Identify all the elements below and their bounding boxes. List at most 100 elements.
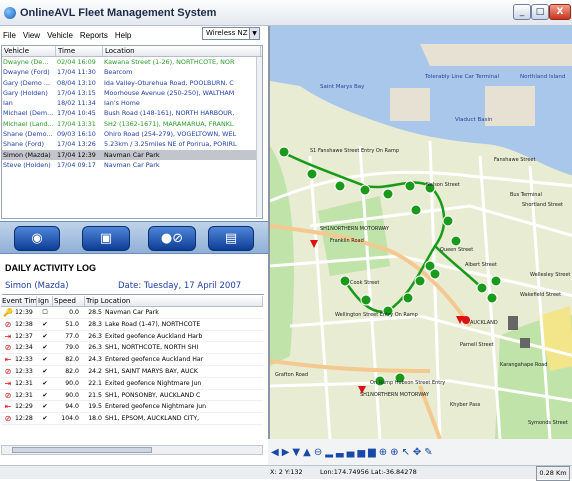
- vehicles-button[interactable]: ▣: [82, 226, 130, 251]
- close-button[interactable]: X: [549, 4, 571, 20]
- menu-help[interactable]: Help: [115, 31, 131, 40]
- activity-row[interactable]: ⇥ 12:31 ✔ 90.0 22.1 Exited geofence Nightmare…: [1, 378, 263, 390]
- col-speed[interactable]: Speed: [53, 296, 85, 306]
- col-time[interactable]: Time: [56, 46, 103, 56]
- route-marker[interactable]: [490, 275, 502, 287]
- activity-row[interactable]: ⇥ 12:37 ✔ 77.0 26.3 Exited geofence Auckland …: [1, 331, 263, 343]
- title-bar: OnlineAVL Fleet Management System _ □ X: [0, 0, 572, 26]
- activity-row[interactable]: ⇤ 12:29 ✔ 94.0 19.5 Entered geofence Nightmar…: [1, 401, 263, 414]
- route-marker[interactable]: [476, 282, 488, 294]
- pan-icon[interactable]: ✥: [413, 447, 421, 458]
- col-event-time[interactable]: Event Time: [1, 296, 37, 306]
- ignition-checkbox[interactable]: ✔: [37, 413, 53, 424]
- route-marker[interactable]: [404, 180, 416, 192]
- route-marker[interactable]: [360, 294, 372, 306]
- pan-up-icon[interactable]: ▲: [303, 447, 311, 458]
- col-location[interactable]: Location: [103, 46, 261, 56]
- ignition-checkbox[interactable]: ✔: [37, 366, 53, 377]
- scroll-thumb[interactable]: [12, 447, 152, 453]
- destination-marker[interactable]: [462, 316, 470, 324]
- exit-icon: ⇥: [4, 378, 12, 388]
- ignition-checkbox[interactable]: ✔: [37, 378, 53, 389]
- route-marker[interactable]: [359, 184, 371, 196]
- region-select[interactable]: Wireless NZ ▼: [202, 27, 260, 40]
- activity-row[interactable]: ⊘ 12:31 ✔ 90.0 21.5 SH1, PONSONBY, AUCKLAND C: [1, 390, 263, 402]
- pan-down-icon[interactable]: ▼: [292, 447, 300, 458]
- menu-view[interactable]: View: [23, 31, 40, 40]
- vehicle-time: 17/04 13:26: [57, 140, 96, 149]
- map-view[interactable]: Tolerably Line Car Terminal Northland Is…: [268, 26, 572, 439]
- vehicle-time: 17/04 12:39: [57, 150, 96, 159]
- building: [520, 338, 530, 348]
- menu-file[interactable]: File: [3, 31, 16, 40]
- vehicle-row[interactable]: Shane (Ford) 17/04 13:26 5.23km / 3.25mile…: [2, 139, 262, 149]
- vehicle-row[interactable]: Shane (Demo... 09/03 16:10 Ohiro Road (254…: [2, 129, 262, 139]
- route-marker[interactable]: [339, 275, 351, 287]
- vehicle-row[interactable]: Gary (Holden) 17/04 13:15 Moorhouse Avenue…: [2, 88, 262, 98]
- vehicle-row[interactable]: Simon (Mazda) 17/04 12:39 Navman Car Park: [2, 149, 262, 160]
- ignition-checkbox[interactable]: ✔: [37, 401, 53, 412]
- vehicle-row[interactable]: Dwayne (Ford) 17/04 11:30 Bearcom: [2, 67, 262, 77]
- zoom-level-1-icon[interactable]: ▂: [325, 447, 333, 458]
- globe-button[interactable]: ◉: [14, 226, 60, 251]
- event-speed: 77.0: [65, 332, 79, 340]
- route-marker[interactable]: [402, 292, 414, 304]
- vehicle-row[interactable]: Steve (Holden) 17/04 09:17 Navman Car Park: [2, 160, 262, 170]
- event-trip: 19.5: [88, 403, 102, 411]
- ignition-checkbox[interactable]: ✔: [37, 354, 53, 365]
- pan-left-icon[interactable]: ◀: [271, 447, 279, 458]
- maximize-button[interactable]: □: [531, 4, 549, 20]
- zoom-in-icon[interactable]: ⊕: [390, 447, 398, 458]
- route-marker[interactable]: [442, 215, 454, 227]
- menu-reports[interactable]: Reports: [80, 31, 108, 40]
- map-canvas[interactable]: Tolerably Line Car Terminal Northland Is…: [270, 26, 572, 439]
- map-toolbar: ◀ ▶ ▼ ▲ ⊖ ▂ ▃ ▄ ▅ ▆ ⊕ ⊕ ↖ ✥ ✎: [268, 439, 572, 465]
- route-marker[interactable]: [278, 146, 290, 158]
- route-marker[interactable]: [450, 235, 462, 247]
- col-vehicle[interactable]: Vehicle: [2, 46, 56, 56]
- menu-vehicle[interactable]: Vehicle: [47, 31, 73, 40]
- vehicle-row[interactable]: Michael (Dem... 17/04 10:45 Bush Road (148…: [2, 108, 262, 118]
- map-label: Wakefield Street: [520, 292, 561, 298]
- activity-row[interactable]: ⊘ 12:34 ✔ 79.0 26.3 SH1, NORTHCOTE, NORTH SHI: [1, 342, 263, 355]
- vehicle-row[interactable]: Ian 18/02 11:34 Ian's Home: [2, 98, 262, 108]
- map-label: Franklin Road: [330, 238, 364, 244]
- zoom-level-3-icon[interactable]: ▄: [347, 447, 355, 458]
- route-marker[interactable]: [429, 268, 441, 280]
- ignition-checkbox[interactable]: ☐: [37, 307, 53, 318]
- vehicle-row[interactable]: Dwayne (De... 02/04 16:09 Kawana Street (1…: [2, 57, 262, 67]
- pointer-icon[interactable]: ↖: [402, 447, 410, 458]
- activity-row[interactable]: ⊘ 12:33 ✔ 82.0 24.2 SH1, SAINT MARYS BAY, AUC…: [1, 366, 263, 378]
- vehicle-row[interactable]: Gary (Demo ... 08/04 13:10 Ida Valley-Otur…: [2, 78, 262, 88]
- route-marker[interactable]: [414, 275, 426, 287]
- route-marker[interactable]: [334, 180, 346, 192]
- ignition-checkbox[interactable]: ✔: [37, 331, 53, 342]
- route-marker[interactable]: [306, 168, 318, 180]
- vehicle-row[interactable]: Michael (Land... 17/04 13:31 SH2 (1362-167…: [2, 119, 262, 129]
- chevron-down-icon[interactable]: ▼: [249, 28, 259, 39]
- ignition-checkbox[interactable]: ✔: [37, 342, 53, 353]
- pan-right-icon[interactable]: ▶: [282, 447, 290, 458]
- activity-row[interactable]: ⊘ 12:28 ✔ 104.0 18.0 SH1, EPSOM, AUCKLAND CIT…: [1, 413, 263, 425]
- route-marker[interactable]: [410, 204, 422, 216]
- route-marker[interactable]: [382, 188, 394, 200]
- zoom-level-5-icon[interactable]: ▆: [368, 447, 376, 458]
- reports-button[interactable]: ▤: [208, 226, 254, 251]
- log-horizontal-scrollbar[interactable]: [1, 445, 263, 455]
- draw-icon[interactable]: ✎: [424, 447, 432, 458]
- vehicle-list-scrollbar[interactable]: [256, 57, 262, 217]
- zoom-level-4-icon[interactable]: ▅: [357, 447, 365, 458]
- zoom-in-icon[interactable]: ⊕: [379, 447, 387, 458]
- ignition-checkbox[interactable]: ✔: [37, 319, 53, 330]
- activity-row[interactable]: ⊘ 12:38 ✔ 51.0 28.3 Lake Road (1-47), NORTHCO…: [1, 319, 263, 331]
- activity-row[interactable]: 🔑 12:39 ☐ 0.0 28.5 Navman Car Park: [1, 307, 263, 319]
- col-trip-location[interactable]: Trip Location: [85, 296, 263, 306]
- minimize-button[interactable]: _: [513, 4, 531, 20]
- route-marker[interactable]: [486, 292, 498, 304]
- ignition-checkbox[interactable]: ✔: [37, 390, 53, 401]
- col-ign[interactable]: Ign: [37, 296, 53, 306]
- zoom-out-icon[interactable]: ⊖: [314, 447, 322, 458]
- alerts-button[interactable]: ●⊘: [148, 226, 196, 251]
- zoom-level-2-icon[interactable]: ▃: [336, 447, 344, 458]
- activity-row[interactable]: ⇤ 12:33 ✔ 82.0 24.3 Entered geofence Auckland…: [1, 354, 263, 366]
